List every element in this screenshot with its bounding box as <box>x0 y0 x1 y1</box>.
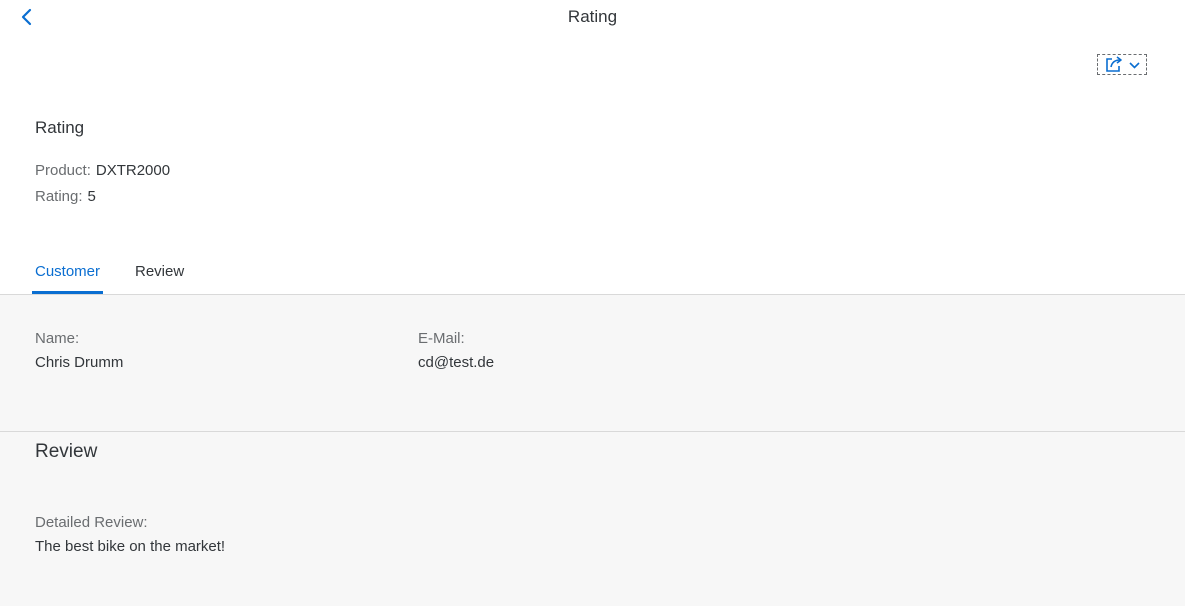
attribute-label: Product: <box>35 162 91 179</box>
chevron-down-icon <box>1128 61 1140 69</box>
email-value: cd@test.de <box>418 354 495 371</box>
attribute-value: 5 <box>87 188 96 205</box>
attribute-label: Rating: <box>35 188 83 205</box>
detailed-review-value: The best bike on the market! <box>35 538 226 555</box>
share-menu-button[interactable] <box>1097 54 1147 75</box>
tab-review[interactable]: Review <box>135 263 184 280</box>
detailed-review-label: Detailed Review: <box>35 514 148 531</box>
shell-bar: Rating <box>0 0 1185 34</box>
tab-bar: Customer Review <box>0 250 1185 295</box>
review-section-title: Review <box>35 441 98 462</box>
content-area: Name: Chris Drumm E-Mail: cd@test.de Rev… <box>0 295 1185 606</box>
app-title: Rating <box>567 7 618 26</box>
object-header-title: Rating <box>35 118 85 137</box>
attribute-value: DXTR2000 <box>95 162 171 179</box>
active-tab-indicator <box>32 291 103 294</box>
tab-customer[interactable]: Customer <box>35 263 100 280</box>
name-value: Chris Drumm <box>35 354 124 371</box>
section-divider <box>0 431 1185 432</box>
email-label: E-Mail: <box>418 330 465 347</box>
header-attribute-product: Product: DXTR2000 <box>35 162 170 179</box>
header-attribute-rating: Rating: 5 <box>35 188 96 205</box>
name-label: Name: <box>35 330 80 347</box>
share-icon <box>1105 56 1122 72</box>
